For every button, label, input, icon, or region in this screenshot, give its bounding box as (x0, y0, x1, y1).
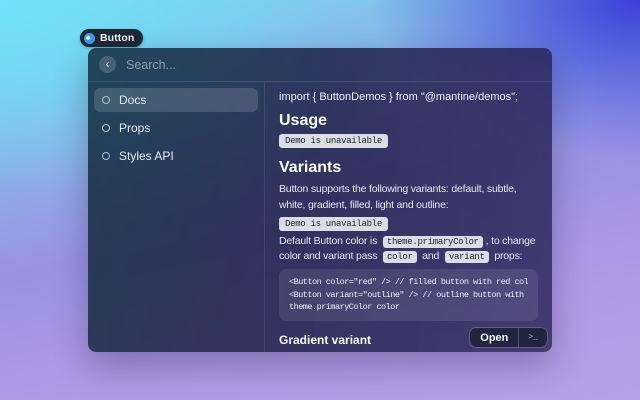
variants-paragraph: Button supports the following variants: … (279, 181, 538, 213)
inline-code: variant (445, 251, 489, 263)
sidebar-item-docs[interactable]: Docs (94, 88, 258, 112)
sidebar-item-props[interactable]: Props (94, 116, 258, 140)
button-trigger-chip[interactable]: Button (80, 29, 143, 47)
code-line: <Button variant="outline" /> // outline … (289, 289, 528, 302)
sidebar-item-label: Styles API (119, 149, 174, 163)
code-block: <Button color="red" /> // filled button … (279, 269, 538, 321)
color-note-text: props: (494, 250, 522, 262)
inline-code: theme.primaryColor (383, 236, 483, 248)
usage-heading: Usage (279, 113, 538, 129)
inline-code: color (383, 251, 417, 263)
docs-content: import { ButtonDemos } from "@mantine/de… (265, 82, 552, 352)
demo-unavailable-badge: Demo is unavailable (279, 217, 388, 231)
modal-body: Docs Props Styles API import { ButtonDem… (88, 82, 552, 352)
chevron-left-icon: ‹ (106, 58, 110, 70)
circle-icon (102, 96, 110, 104)
code-line: <Button color="red" /> // filled button … (289, 276, 528, 289)
color-note-paragraph: Default Button color is theme.primaryCol… (279, 234, 538, 264)
color-note-text: Default Button color is (279, 235, 377, 247)
variants-heading: Variants (279, 160, 538, 176)
terminal-prompt-icon: >_ (519, 333, 547, 342)
color-note-text: and (422, 250, 439, 262)
back-button[interactable]: ‹ (99, 56, 116, 73)
open-button-label: Open (470, 332, 518, 344)
search-header: ‹ (88, 48, 552, 82)
sidebar-item-styles-api[interactable]: Styles API (94, 144, 258, 168)
mantine-logo-icon (84, 33, 95, 44)
sidebar-item-label: Docs (119, 93, 146, 107)
search-input[interactable] (126, 58, 541, 72)
demo-unavailable-badge: Demo is unavailable (279, 134, 388, 148)
documentation-modal: ‹ Docs Props Styles API imp (88, 48, 552, 352)
sidebar: Docs Props Styles API (88, 82, 265, 352)
gradient-paragraph: To use gradient as Button background: (279, 352, 538, 353)
open-button[interactable]: Open >_ (469, 327, 548, 348)
circle-icon (102, 124, 110, 132)
trigger-label: Button (100, 32, 134, 44)
code-line: theme.primaryColor color (289, 301, 528, 314)
circle-icon (102, 152, 110, 160)
desktop-background: Button ‹ Docs Props Styles API (0, 0, 640, 400)
import-statement: import { ButtonDemos } from "@mantine/de… (279, 90, 538, 104)
sidebar-item-label: Props (119, 121, 150, 135)
